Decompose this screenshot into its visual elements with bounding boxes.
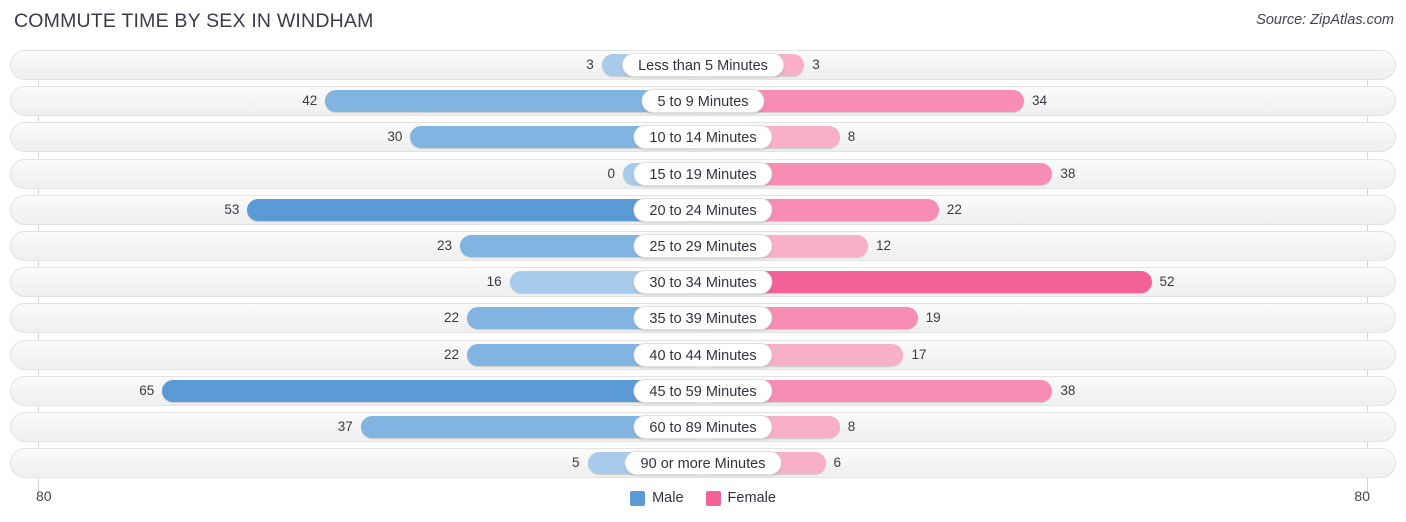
category-label-pill[interactable]: 30 to 34 Minutes [633,270,773,295]
bar-value-female: 38 [1060,165,1076,181]
bar-value-female: 52 [1159,274,1175,290]
table-row[interactable]: 42 34 5 to 9 Minutes [10,86,1396,117]
bar-rows-container: 3 3 Less than 5 Minutes 42 34 5 to 9 Minutes 3… [10,50,1396,484]
table-row[interactable]: 65 38 45 to 59 Minutes [10,375,1396,406]
category-label-pill[interactable]: Less than 5 Minutes [622,53,784,77]
bar-value-female: 19 [925,310,941,326]
legend-item[interactable]: Female [705,490,776,506]
table-row[interactable]: 37 8 60 to 89 Minutes [10,411,1396,442]
category-label-pill[interactable]: 10 to 14 Minutes [633,125,773,150]
bar-male[interactable] [162,379,703,402]
table-row[interactable]: 53 22 20 to 24 Minutes [10,194,1396,225]
bar-value-male: 22 [444,310,460,326]
bar-value-male: 37 [337,418,353,434]
table-row[interactable]: 22 19 35 to 39 Minutes [10,303,1396,334]
legend-label: Female [727,490,776,506]
bar-value-male: 53 [224,201,240,217]
bar-value-male: 42 [302,93,318,109]
table-row[interactable]: 23 12 25 to 29 Minutes [10,230,1396,261]
legend-label: Male [652,490,684,506]
legend-item[interactable]: Male [630,490,684,506]
table-row[interactable]: 16 52 30 to 34 Minutes [10,267,1396,298]
bar-value-female: 8 [847,129,856,145]
bar-value-male: 22 [444,346,460,362]
bar-value-male: 5 [572,455,580,471]
table-row[interactable]: 0 38 15 to 19 Minutes [10,158,1396,189]
bar-value-male: 30 [387,129,403,145]
category-label-pill[interactable]: 60 to 89 Minutes [633,414,773,439]
category-label-pill[interactable]: 20 to 24 Minutes [633,197,773,222]
category-label-pill[interactable]: 35 to 39 Minutes [633,306,773,331]
bar-value-male: 23 [436,237,452,253]
chart-footer: 80 80 Male Female [0,486,1406,522]
category-label-pill[interactable]: 40 to 44 Minutes [633,342,773,367]
table-row[interactable]: 22 17 40 to 44 Minutes [10,339,1396,370]
chart-legend: Male Female [0,490,1406,506]
bar-value-male: 65 [139,382,155,398]
category-label-pill[interactable]: 25 to 29 Minutes [633,233,773,258]
chart-plot-area: 3 3 Less than 5 Minutes 42 34 5 to 9 Minutes 3… [10,50,1396,494]
category-label-pill[interactable]: 90 or more Minutes [624,451,782,476]
bar-value-female: 22 [946,201,962,217]
table-row[interactable]: 5 6 90 or more Minutes [10,448,1396,479]
bar-value-female: 38 [1060,382,1076,398]
bar-value-female: 17 [911,346,927,362]
category-label-pill[interactable]: 5 to 9 Minutes [641,89,765,114]
category-label-pill[interactable]: 15 to 19 Minutes [633,161,773,186]
bar-value-male: 3 [586,57,594,72]
table-row[interactable]: 3 3 Less than 5 Minutes [10,50,1396,80]
bar-value-female: 12 [876,237,892,253]
bar-value-female: 6 [833,455,842,471]
bar-value-male: 0 [607,165,615,181]
page-title: COMMUTE TIME BY SEX IN WINDHAM [14,10,374,32]
bar-value-female: 3 [812,57,820,72]
table-row[interactable]: 30 8 10 to 14 Minutes [10,122,1396,153]
source-attribution: Source: ZipAtlas.com [1256,12,1394,28]
chart-header: COMMUTE TIME BY SEX IN WINDHAM Source: Z… [0,0,1406,44]
chart-page: COMMUTE TIME BY SEX IN WINDHAM Source: Z… [0,0,1406,522]
bar-value-male: 16 [486,274,502,290]
category-label-pill[interactable]: 45 to 59 Minutes [633,378,773,403]
legend-swatch-icon [705,490,721,506]
bar-value-female: 8 [847,418,856,434]
bar-value-female: 34 [1031,93,1047,109]
legend-swatch-icon [630,490,646,506]
